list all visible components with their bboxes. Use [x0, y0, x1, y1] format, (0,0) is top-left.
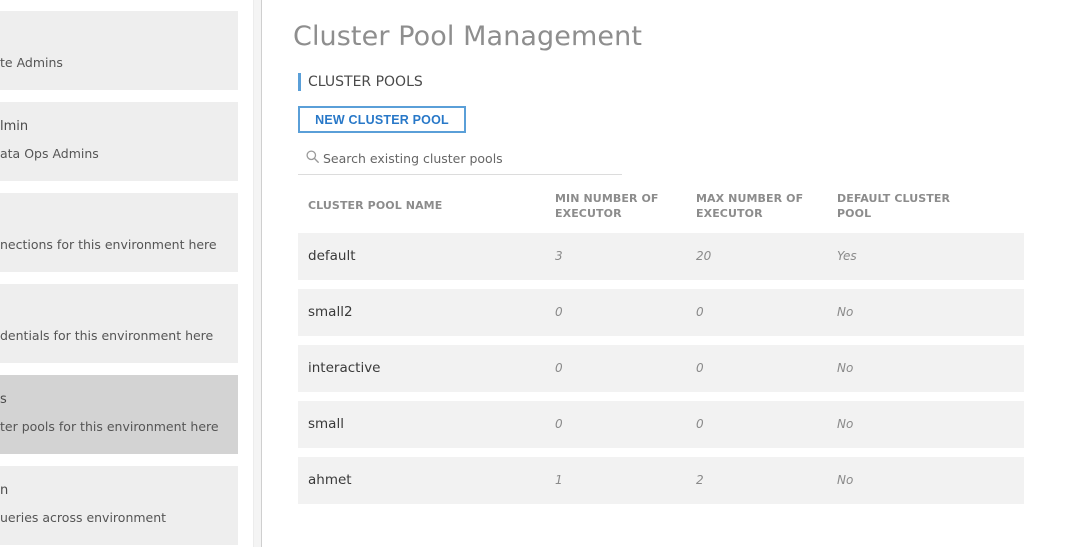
sidebar-item-cluster-pools[interactable]: s ter pools for this environment here — [0, 375, 238, 454]
column-header-name[interactable]: CLUSTER POOL NAME — [308, 198, 442, 213]
cell-max-executor: 20 — [696, 249, 712, 263]
table-row[interactable]: interactive 0 0 No — [298, 345, 1024, 392]
cell-pool-name: default — [308, 248, 356, 264]
cell-pool-name: small2 — [308, 304, 353, 320]
cell-pool-name: interactive — [308, 360, 381, 376]
sidebar-item-admins[interactable]: te Admins — [0, 11, 238, 90]
search-icon — [306, 150, 319, 163]
table-header: CLUSTER POOL NAME MIN NUMBER OF EXECUTOR… — [298, 188, 1024, 233]
sidebar-item-data-ops-admin[interactable]: lmin ata Ops Admins — [0, 102, 238, 181]
search-field — [298, 144, 622, 175]
table-row[interactable]: small 0 0 No — [298, 401, 1024, 448]
section-label: CLUSTER POOLS — [298, 73, 423, 91]
table-row[interactable]: ahmet 1 2 No — [298, 457, 1024, 504]
column-header-max-executor[interactable]: MAX NUMBER OF EXECUTOR — [696, 191, 816, 221]
cell-max-executor: 0 — [696, 361, 704, 375]
sidebar-item-credentials[interactable]: dentials for this environment here — [0, 284, 238, 363]
main-content: Cluster Pool Management CLUSTER POOLS NE… — [262, 0, 1069, 547]
cell-pool-name: small — [308, 416, 344, 432]
table-row[interactable]: small2 0 0 No — [298, 289, 1024, 336]
sidebar-item-connections[interactable]: nections for this environment here — [0, 193, 238, 272]
page-title: Cluster Pool Management — [293, 21, 643, 52]
cell-default-pool: No — [837, 361, 854, 375]
sidebar-item-title: n — [0, 483, 9, 498]
cell-max-executor: 2 — [696, 473, 704, 487]
column-header-default-pool[interactable]: DEFAULT CLUSTER POOL — [837, 191, 957, 221]
cell-min-executor: 0 — [555, 417, 563, 431]
cell-default-pool: No — [837, 417, 854, 431]
sidebar: te Admins lmin ata Ops Admins nections f… — [0, 0, 253, 547]
new-cluster-pool-button[interactable]: NEW CLUSTER POOL — [298, 106, 466, 133]
search-input[interactable] — [323, 146, 613, 170]
sidebar-item-title: s — [0, 392, 7, 407]
cell-max-executor: 0 — [696, 305, 704, 319]
table-row[interactable]: default 3 20 Yes — [298, 233, 1024, 280]
sidebar-scrollbar[interactable] — [253, 0, 262, 547]
cell-max-executor: 0 — [696, 417, 704, 431]
sidebar-item-queries[interactable]: n ueries across environment — [0, 466, 238, 545]
cell-min-executor: 0 — [555, 305, 563, 319]
cell-min-executor: 3 — [555, 249, 563, 263]
cluster-pools-table: CLUSTER POOL NAME MIN NUMBER OF EXECUTOR… — [298, 188, 1024, 513]
cell-default-pool: No — [837, 305, 854, 319]
cell-default-pool: Yes — [837, 249, 857, 263]
sidebar-item-title: lmin — [0, 119, 29, 134]
column-header-min-executor[interactable]: MIN NUMBER OF EXECUTOR — [555, 191, 675, 221]
cell-pool-name: ahmet — [308, 472, 352, 488]
cell-min-executor: 1 — [555, 473, 563, 487]
cell-default-pool: No — [837, 473, 854, 487]
cell-min-executor: 0 — [555, 361, 563, 375]
